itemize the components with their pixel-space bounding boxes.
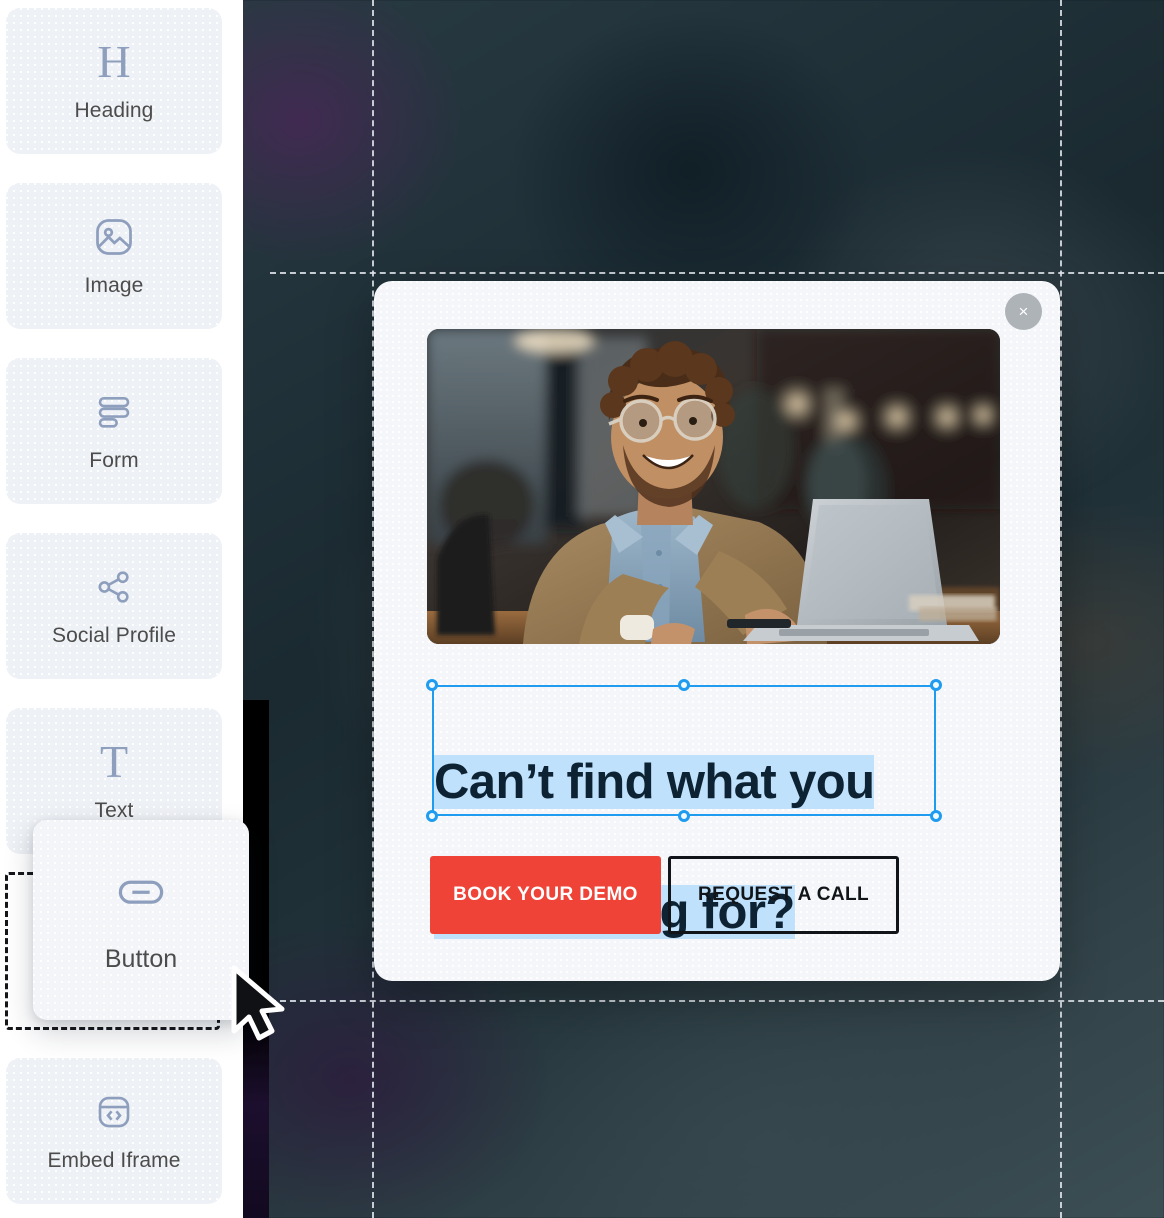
request-a-call-button[interactable]: REQUEST A CALL (668, 856, 899, 934)
block-item-heading[interactable]: H Heading (6, 8, 222, 154)
block-item-social-profile[interactable]: Social Profile (6, 533, 222, 679)
close-icon[interactable]: × (1005, 293, 1042, 330)
hero-image (427, 329, 1000, 644)
block-item-form[interactable]: Form (6, 358, 222, 504)
image-icon (92, 214, 136, 260)
resize-handle-top-center[interactable] (678, 679, 690, 691)
text-icon: T (99, 736, 129, 787)
form-icon (93, 389, 135, 435)
headline-selection[interactable]: Can’t find what you are looking for? (426, 679, 942, 940)
editor-screen: × Can’t find what you for? BOOK YOUR DEM… (0, 0, 1164, 1218)
block-label: Embed Iframe (47, 1149, 181, 1172)
dragged-block-button[interactable]: Button (33, 820, 249, 1020)
book-your-demo-button[interactable]: BOOK YOUR DEMO (430, 856, 661, 934)
blocks-sidebar: H Heading Image Form Social Profile T Te… (0, 0, 243, 1218)
resize-handle-bottom-center[interactable] (678, 810, 690, 822)
mouse-cursor (228, 965, 290, 1048)
block-label: Social Profile (52, 624, 176, 647)
resize-handle-bottom-left[interactable] (426, 810, 438, 822)
block-item-embed-iframe[interactable]: Embed Iframe (6, 1058, 222, 1204)
selection-outline (432, 685, 936, 816)
block-item-image[interactable]: Image (6, 183, 222, 329)
heading-icon: H (97, 36, 131, 87)
block-label: Image (84, 274, 144, 297)
block-label: Heading (74, 99, 154, 122)
button-icon (115, 866, 167, 923)
resize-handle-top-right[interactable] (930, 679, 942, 691)
share-icon (93, 564, 135, 610)
cta-button-row: BOOK YOUR DEMO REQUEST A CALL (430, 856, 899, 934)
block-label: Button (104, 945, 178, 973)
resize-handle-top-left[interactable] (426, 679, 438, 691)
block-label: Form (89, 449, 139, 472)
popup-modal: × Can’t find what you for? BOOK YOUR DEM… (374, 281, 1060, 981)
resize-handle-bottom-right[interactable] (930, 810, 942, 822)
block-list: H Heading Image Form Social Profile T Te… (6, 8, 222, 1218)
code-embed-icon (93, 1089, 135, 1135)
